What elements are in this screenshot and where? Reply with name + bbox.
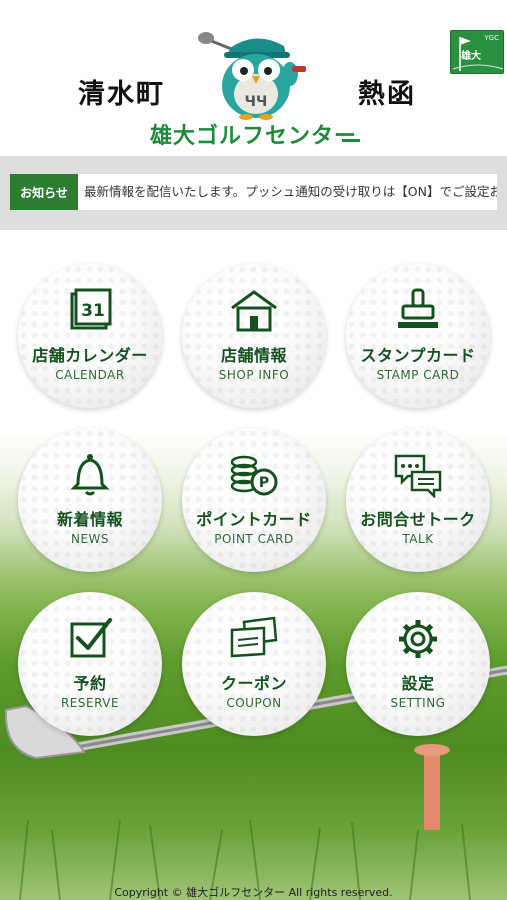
menu-label-en: COUPON <box>226 696 282 710</box>
menu-label-en: STAMP CARD <box>376 368 460 382</box>
menu-talk-button[interactable]: お問合せトーク TALK <box>346 428 490 572</box>
menu-shop-info-button[interactable]: 店舗情報 SHOP INFO <box>182 264 326 408</box>
badge-name-text: 雄大 <box>461 51 481 62</box>
footer-copyright: Copyright © 雄大ゴルフセンター All rights reserve… <box>114 886 393 899</box>
menu-label-en: SETTING <box>390 696 446 710</box>
stamp-icon <box>398 288 438 328</box>
menu-label-en: RESERVE <box>60 696 120 710</box>
ygc-badge-logo: YGC 雄大 <box>450 30 504 74</box>
menu-label-jp: ポイントカード <box>196 510 312 529</box>
app-header: 清水町 熱函 ЧЧ 雄大ゴルフセンター YGC 雄大 <box>0 0 507 156</box>
menu-label-jp: クーポン <box>220 674 287 693</box>
menu-point-card-button[interactable]: P ポイントカード POINT CARD <box>182 428 326 572</box>
ball-dimples <box>182 592 326 736</box>
ball-dimples <box>346 428 490 572</box>
svg-text:ЧЧ: ЧЧ <box>245 94 268 110</box>
menu-label-jp: スタンプカード <box>360 346 476 365</box>
owl-golfer-mascot-logo: ЧЧ <box>198 32 306 120</box>
menu-stamp-card-button[interactable]: スタンプカード STAMP CARD <box>346 264 490 408</box>
chat-bubbles-icon <box>394 454 442 498</box>
ball-dimples <box>182 264 326 408</box>
menu-label-en: NEWS <box>70 532 110 546</box>
location-kankan: 熱函 <box>358 79 416 110</box>
menu-label-en: SHOP INFO <box>218 368 290 382</box>
point-coins-icon: P <box>230 455 278 496</box>
menu-reserve-button[interactable]: 予約 RESERVE <box>18 592 162 736</box>
menu-label-en: POINT CARD <box>214 532 294 546</box>
notice-label: お知らせ <box>10 174 78 210</box>
ball-dimples <box>346 264 490 408</box>
location-shimizucho: 清水町 <box>78 79 165 110</box>
bell-icon <box>70 454 110 496</box>
menu-label-jp: 設定 <box>401 674 435 693</box>
ball-dimples <box>182 428 326 572</box>
menu-label-en: CALENDAR <box>55 368 125 382</box>
notice-text: 最新情報を配信いたします。プッシュ通知の受け取りは【ON】でご設定お願 <box>84 184 497 199</box>
gear-icon <box>399 620 437 658</box>
menu-news-button[interactable]: 新着情報 NEWS <box>18 428 162 572</box>
brand-name: 雄大ゴルフセンター <box>149 124 357 149</box>
ball-dimples <box>18 428 162 572</box>
checkbox-icon <box>70 618 112 658</box>
menu-area: 31 店舗カレンダー CALENDAR 店舗情報 SHOP INFO スタンプカ… <box>0 230 507 900</box>
menu-label-jp: 店舗カレンダー <box>32 346 148 365</box>
menu-setting-button[interactable]: 設定 SETTING <box>346 592 490 736</box>
brand-underline <box>342 139 360 142</box>
calendar-icon: 31 <box>70 288 112 330</box>
ball-dimples <box>18 264 162 408</box>
ball-dimples <box>346 592 490 736</box>
calendar-day: 31 <box>81 301 105 321</box>
menu-calendar-button[interactable]: 31 店舗カレンダー CALENDAR <box>18 264 162 408</box>
menu-label-jp: 新着情報 <box>56 510 123 529</box>
notice-section: お知らせ 最新情報を配信いたします。プッシュ通知の受け取りは【ON】でご設定お願 <box>0 156 507 230</box>
point-badge-letter: P <box>259 475 269 491</box>
menu-label-jp: 店舗情報 <box>220 346 287 365</box>
coupon-tickets-icon <box>230 616 278 658</box>
menu-label-jp: 予約 <box>73 674 107 693</box>
shop-icon <box>231 290 277 332</box>
notice-ticker[interactable]: お知らせ 最新情報を配信いたします。プッシュ通知の受け取りは【ON】でご設定お願 <box>10 174 497 210</box>
menu-label-jp: お問合せトーク <box>360 510 476 529</box>
menu-label-en: TALK <box>402 532 434 546</box>
badge-ygc-text: YGC <box>484 34 499 42</box>
menu-coupon-button[interactable]: クーポン COUPON <box>182 592 326 736</box>
ball-dimples <box>18 592 162 736</box>
